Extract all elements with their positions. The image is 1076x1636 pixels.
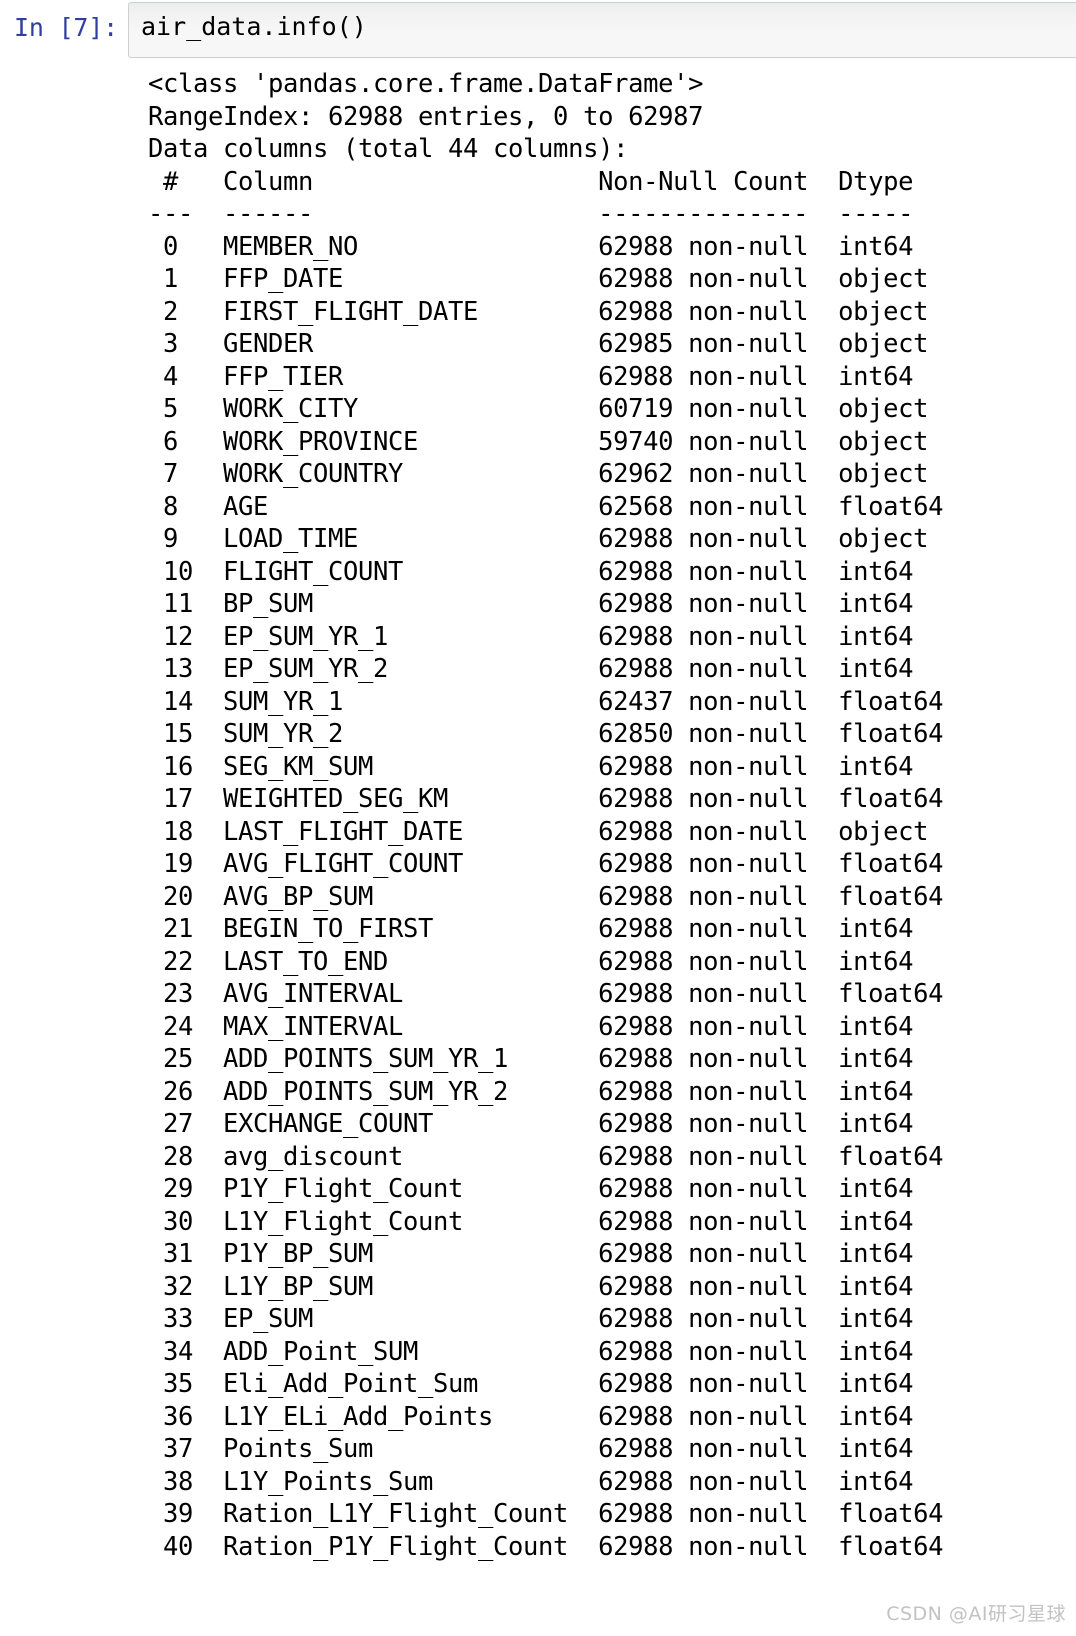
csdn-watermark: CSDN @AI研习星球 — [886, 1603, 1066, 1625]
code-input-area[interactable]: air_data.info() — [128, 2, 1076, 58]
code-cell: In [7]: air_data.info() — [0, 0, 1076, 62]
dataframe-info-output: <class 'pandas.core.frame.DataFrame'> Ra… — [148, 69, 944, 1562]
notebook-cell-container: In [7]: air_data.info() <class 'pandas.c… — [0, 0, 1076, 1636]
code-input-text[interactable]: air_data.info() — [141, 11, 367, 44]
input-prompt-label: In [7]: — [14, 13, 118, 42]
cell-output-area: <class 'pandas.core.frame.DataFrame'> Ra… — [0, 68, 1076, 1563]
